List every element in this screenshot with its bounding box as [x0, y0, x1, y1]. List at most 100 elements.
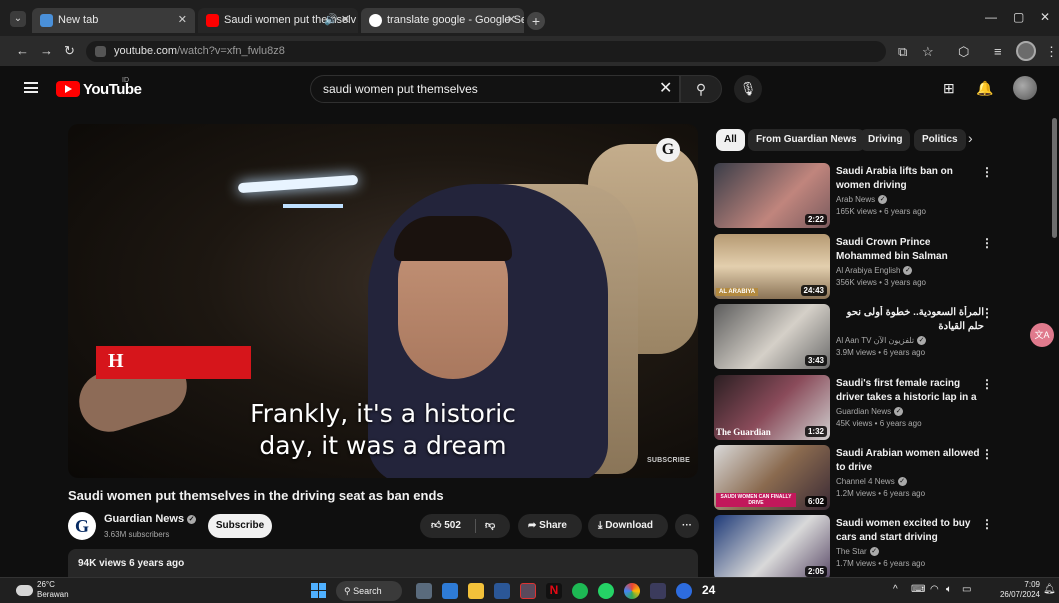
battery-icon[interactable]: ▭	[962, 584, 971, 595]
google-favicon-icon	[369, 14, 382, 27]
clock-date: 26/07/2024	[999, 590, 1040, 599]
minimize-icon[interactable]: —	[985, 10, 997, 24]
browser-menu-icon[interactable]: ⋮	[1045, 44, 1058, 60]
forward-icon[interactable]: →	[40, 43, 53, 58]
system-clock[interactable]: 7:09 26/07/2024	[992, 580, 1040, 600]
suggestion-thumbnail[interactable]: AL ARABIYA 24:43	[714, 234, 830, 299]
chip-from-guardian-news[interactable]: From Guardian News	[748, 129, 865, 151]
mail-icon[interactable]	[442, 583, 458, 599]
suggestion-title: Saudi Crown Prince Mohammed bin Salman i…	[836, 237, 948, 262]
notification-icon[interactable]: 🔔︎	[1043, 584, 1056, 595]
task-view-icon[interactable]	[416, 583, 432, 599]
wifi-icon[interactable]: ◠	[930, 584, 939, 595]
tab-search-icon[interactable]: ⌄	[10, 11, 26, 27]
reading-list-icon[interactable]: ≡	[994, 44, 1002, 59]
volume-icon[interactable]: 🔈︎	[946, 584, 952, 595]
keyboard-icon[interactable]: ⌨	[911, 584, 925, 595]
suggestion-menu-icon[interactable]: ⋮	[981, 165, 993, 179]
whatsapp-icon[interactable]	[598, 583, 614, 599]
notifications-bell-icon[interactable]: 🔔	[976, 80, 993, 97]
driver-hair	[394, 216, 512, 261]
word-icon[interactable]	[494, 583, 510, 599]
suggestion-item[interactable]: AL ARABIYA 24:43 Saudi Crown Prince Moha…	[714, 234, 1014, 304]
suggestion-item[interactable]: 2:22 Saudi Arabia lifts ban on women dri…	[714, 163, 1014, 233]
create-video-icon[interactable]: ⊞	[943, 80, 955, 97]
menu-hamburger-icon[interactable]	[24, 82, 38, 93]
subscriber-count: 3.63M subscribers	[104, 530, 170, 539]
suggestion-menu-icon[interactable]: ⋮	[981, 517, 993, 531]
suggestion-item[interactable]: 2:05 Saudi women excited to buy cars and…	[714, 515, 1014, 577]
chrome-icon[interactable]	[624, 583, 640, 599]
chip-all[interactable]: All	[716, 129, 745, 151]
clock-time: 7:09	[1024, 580, 1040, 589]
close-window-icon[interactable]: ✕	[1040, 10, 1050, 24]
user-avatar[interactable]	[1013, 76, 1037, 100]
suggestion-item[interactable]: SAUDI WOMEN CAN FINALLY DRIVE 6:02 Saudi…	[714, 445, 1014, 515]
like-divider	[475, 519, 476, 533]
channel-name[interactable]: Guardian News ✓	[104, 513, 197, 525]
voice-search-button[interactable]: 🎙	[734, 75, 762, 103]
taskbar-search[interactable]: ⚲ Search	[336, 581, 402, 601]
file-explorer-icon[interactable]	[468, 583, 484, 599]
suggestion-thumbnail[interactable]: 2:22	[714, 163, 830, 228]
weather-widget[interactable]: 26°C Berawan	[16, 580, 69, 600]
download-button[interactable]: ⤓ Download	[588, 514, 668, 538]
search-button[interactable]: ⚲	[680, 75, 722, 103]
suggestion-thumbnail[interactable]: 2:05	[714, 515, 830, 577]
suggestion-thumbnail[interactable]: The Guardian 1:32	[714, 375, 830, 440]
close-tab-icon[interactable]: ✕	[507, 8, 516, 33]
page-scrollbar[interactable]	[1052, 118, 1057, 238]
suggestion-menu-icon[interactable]: ⋮	[981, 377, 993, 391]
site-info-icon[interactable]	[95, 46, 106, 57]
extensions-icon[interactable]: ⬡	[958, 44, 969, 60]
chip-driving[interactable]: Driving	[860, 129, 911, 151]
suggestion-thumbnail[interactable]: 3:43	[714, 304, 830, 369]
install-app-icon[interactable]: ⧉	[898, 44, 907, 60]
guardian-logo-icon: G	[656, 138, 680, 162]
tab-new-tab[interactable]: New tab ✕	[32, 8, 195, 33]
address-bar[interactable]: youtube.com/watch?v=xfn_fwlu8z8	[86, 41, 886, 62]
app-icon[interactable]	[520, 583, 536, 599]
bookmark-star-icon[interactable]: ☆	[922, 44, 934, 60]
like-button[interactable]: 👍︎ 502	[431, 514, 461, 538]
subscribe-button[interactable]: Subscribe	[208, 514, 272, 538]
translate-extension-icon[interactable]: 文A	[1030, 323, 1054, 347]
spotify-icon[interactable]	[572, 583, 588, 599]
new-tab-button[interactable]: +	[527, 12, 545, 30]
paint-icon[interactable]	[650, 583, 666, 599]
app-icon[interactable]	[676, 583, 692, 599]
tab-youtube-video[interactable]: Saudi women put themselv 🔊 ✕	[198, 8, 358, 33]
app-icon[interactable]: 24	[702, 583, 718, 599]
dislike-button[interactable]: 👎︎	[485, 514, 495, 538]
netflix-icon[interactable]: N	[546, 583, 562, 599]
description-box[interactable]: 94K views 6 years ago	[68, 549, 698, 577]
share-arrow-icon: ➦	[528, 520, 537, 531]
channel-avatar[interactable]: G	[68, 512, 96, 540]
suggestion-thumbnail[interactable]: SAUDI WOMEN CAN FINALLY DRIVE 6:02	[714, 445, 830, 510]
suggestion-item[interactable]: 3:43 المرأة السعودية.. خطوة أولى نحو حلم…	[714, 304, 1014, 374]
tray-chevron-icon[interactable]: ^	[893, 584, 898, 595]
windows-start-icon[interactable]	[311, 583, 326, 598]
suggestion-menu-icon[interactable]: ⋮	[981, 447, 993, 461]
back-icon[interactable]: ←	[16, 43, 29, 58]
search-input[interactable]: saudi women put themselves	[310, 75, 680, 103]
more-actions-button[interactable]: ···	[675, 514, 699, 538]
close-tab-icon[interactable]: ✕	[178, 8, 187, 33]
video-duration: 2:05	[804, 566, 827, 577]
chips-next-chevron-icon[interactable]: ›	[968, 130, 973, 146]
maximize-icon[interactable]: ▢	[1013, 10, 1024, 24]
video-player[interactable]: G H Frankly, it's a historic day, it was…	[68, 124, 698, 478]
browser-profile-avatar[interactable]	[1016, 41, 1036, 61]
subscribe-watermark[interactable]: SUBSCRIBE	[647, 457, 690, 464]
suggestion-channel-name: Channel 4 News	[836, 477, 895, 486]
clear-search-icon[interactable]: ✕	[659, 78, 672, 98]
suggestion-menu-icon[interactable]: ⋮	[981, 306, 993, 320]
suggestion-item[interactable]: The Guardian 1:32 Saudi's first female r…	[714, 375, 1014, 445]
tab-google-search[interactable]: translate google - Google Sear ✕	[361, 8, 524, 33]
suggestion-channel: Al Aan TV تلفزيون الآن ✓	[836, 336, 927, 345]
close-tab-icon[interactable]: 🔊 ✕	[324, 8, 350, 33]
share-button[interactable]: ➦ Share	[518, 514, 582, 538]
suggestion-menu-icon[interactable]: ⋮	[981, 236, 993, 250]
reload-icon[interactable]: ↻	[64, 43, 75, 59]
chip-politics[interactable]: Politics	[914, 129, 966, 151]
